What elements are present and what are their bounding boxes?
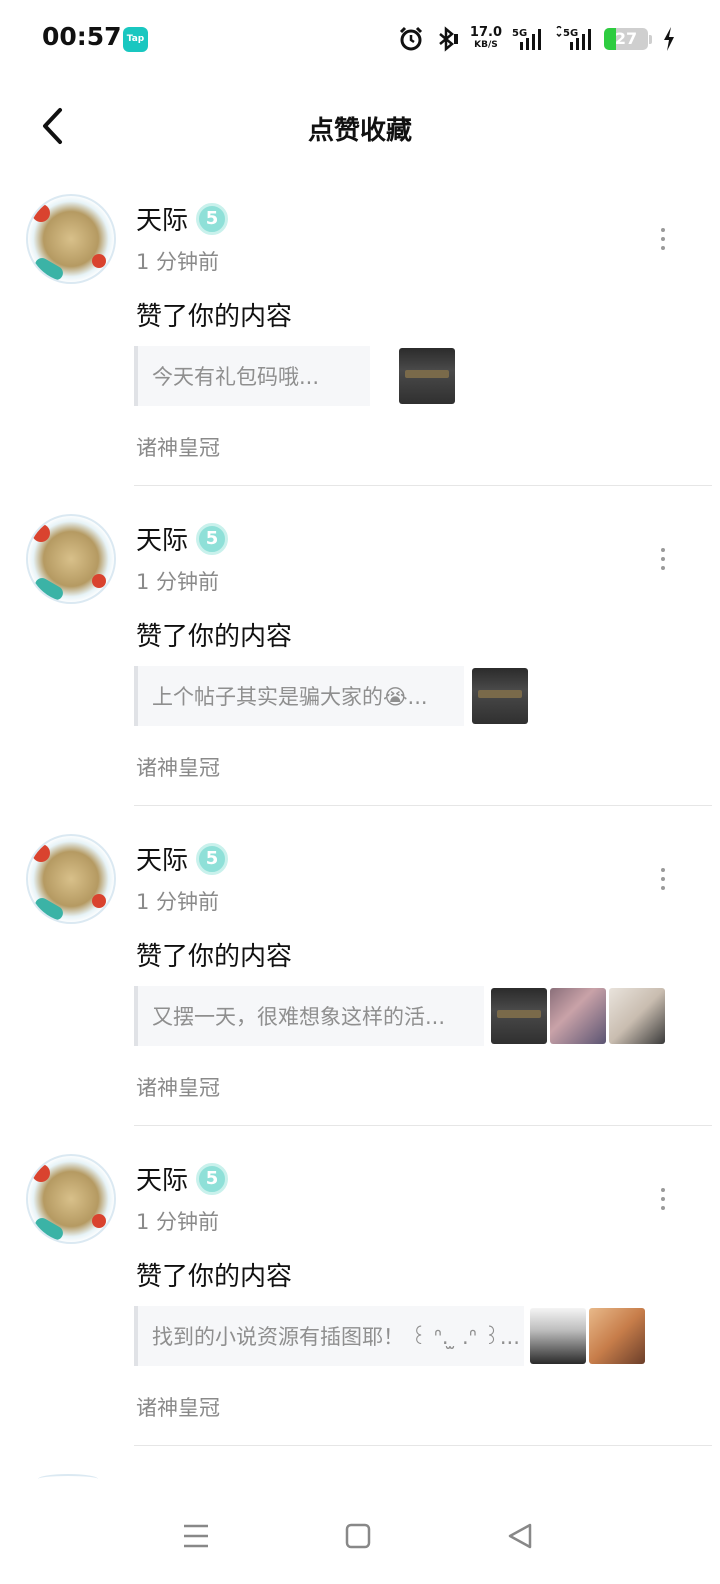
content-preview[interactable]: 上个帖子其实是骗大家的😭... [134,666,464,726]
avatar-decoration [32,895,66,922]
thumbnail-image[interactable] [399,348,455,404]
more-options-button[interactable] [650,864,676,894]
more-options-button[interactable] [650,1184,676,1214]
page-title: 点赞收藏 [307,116,412,146]
svg-text:5G: 5G [512,28,527,39]
taptap-app-icon: Tap [123,27,148,52]
avatar-decoration [32,575,66,602]
user-name[interactable]: 天际 [136,200,188,237]
game-name[interactable]: 诸神皇冠 [136,1392,220,1422]
battery-indicator: 27 [604,28,648,50]
divider [134,485,712,486]
thumbnails [472,668,528,724]
thumbnail-image[interactable] [472,668,528,724]
action-text: 赞了你的内容 [136,302,293,332]
divider [134,805,712,806]
action-text: 赞了你的内容 [136,622,293,652]
avatar-decoration [32,1164,50,1182]
time-ago: 1 分钟前 [136,1210,220,1234]
bluetooth-icon [439,26,458,52]
notification-list: 天际 5 1 分钟前 赞了你的内容 今天有礼包码哦... 诸神皇冠 天际 5 1… [0,180,720,1460]
thumbnails [491,988,665,1044]
status-icons: 17.0 KB/S 5G 5G 27 [398,22,676,56]
signal-5g-icon: 5G [512,28,541,50]
avatar-decoration [92,254,106,268]
divider [134,1125,712,1126]
network-speed: 17.0 KB/S [469,25,502,51]
network-speed-unit: KB/S [474,40,498,50]
avatar[interactable] [38,1474,98,1484]
home-button[interactable] [336,1514,380,1558]
avatar[interactable] [26,1154,116,1244]
name-row: 天际 5 [136,200,229,237]
status-time: 00:57 [42,22,122,51]
avatar-decoration [32,524,50,542]
triangle-back-icon [508,1523,532,1549]
thumbnails [530,1308,645,1364]
level-badge-icon: 5 [196,522,229,555]
thumbnail-image[interactable] [550,988,606,1044]
user-name[interactable]: 天际 [136,840,188,877]
user-name[interactable]: 天际 [136,1160,188,1197]
name-row: 天际 5 [136,1160,229,1197]
avatar-decoration [32,1215,66,1242]
game-name[interactable]: 诸神皇冠 [136,1072,220,1102]
battery-level: 27 [614,29,638,48]
avatar[interactable] [26,194,116,284]
time-ago: 1 分钟前 [136,250,220,274]
header: 点赞收藏 [0,90,720,164]
level-badge-icon: 5 [196,1162,229,1195]
notification-item[interactable]: 天际 5 1 分钟前 赞了你的内容 今天有礼包码哦... 诸神皇冠 [0,180,720,500]
thumbnail-image[interactable] [491,988,547,1044]
preview-text: 今天有礼包码哦... [152,365,320,389]
avatar-decoration [32,844,50,862]
more-options-button[interactable] [650,224,676,254]
level-badge-icon: 5 [196,202,229,235]
charging-icon [664,27,674,51]
time-ago: 1 分钟前 [136,890,220,914]
avatar-decoration [32,204,50,222]
status-bar: 00:57 Tap 17.0 KB/S 5G 5G 27 [0,0,720,80]
name-row: 天际 5 [136,520,229,557]
user-name[interactable]: 天际 [136,520,188,557]
game-name[interactable]: 诸神皇冠 [136,432,220,462]
svg-text:5G: 5G [563,28,578,39]
name-row: 天际 5 [136,840,229,877]
game-name[interactable]: 诸神皇冠 [136,752,220,782]
notification-item[interactable]: 天际 5 1 分钟前 赞了你的内容 上个帖子其实是骗大家的😭... 诸神皇冠 [0,500,720,820]
thumbnails [399,348,455,404]
avatar-decoration [92,574,106,588]
level-badge-icon: 5 [196,842,229,875]
avatar-decoration [92,894,106,908]
avatar[interactable] [26,514,116,604]
action-text: 赞了你的内容 [136,1262,293,1292]
thumbnail-image[interactable] [609,988,665,1044]
network-speed-value: 17.0 [469,25,502,40]
alarm-icon [399,26,422,51]
content-preview[interactable]: 今天有礼包码哦... [134,346,370,406]
avatar[interactable] [26,834,116,924]
content-preview[interactable]: 又摆一天，很难想象这样的活... [134,986,484,1046]
battery-cap [649,34,652,44]
notification-item[interactable]: 天际 5 1 分钟前 赞了你的内容 又摆一天，很难想象这样的活... 诸神皇冠 [0,820,720,1140]
more-options-button[interactable] [650,544,676,574]
preview-text: 又摆一天，很难想象这样的活... [152,1005,446,1029]
back-nav-button[interactable] [498,1514,542,1558]
avatar-decoration [32,255,66,282]
action-text: 赞了你的内容 [136,942,293,972]
notification-item[interactable]: 天际 5 1 分钟前 赞了你的内容 找到的小说资源有插图耶！ ꒰ ᐢ. ̫ .ᐢ… [0,1140,720,1460]
signal-5g-icon-2: 5G [556,26,591,50]
preview-text: 上个帖子其实是骗大家的😭... [152,685,428,709]
thumbnail-image[interactable] [589,1308,645,1364]
divider [134,1445,712,1446]
square-home-icon [345,1523,371,1549]
thumbnail-image[interactable] [530,1308,586,1364]
content-preview[interactable]: 找到的小说资源有插图耶！ ꒰ ᐢ. ̫ .ᐢ ꒱... [134,1306,524,1366]
menu-button[interactable] [174,1514,218,1558]
system-nav-bar [0,1484,720,1584]
time-ago: 1 分钟前 [136,570,220,594]
menu-icon [184,1524,208,1548]
avatar-decoration [92,1214,106,1228]
preview-text: 找到的小说资源有插图耶！ ꒰ ᐢ. ̫ .ᐢ ꒱... [152,1325,520,1349]
